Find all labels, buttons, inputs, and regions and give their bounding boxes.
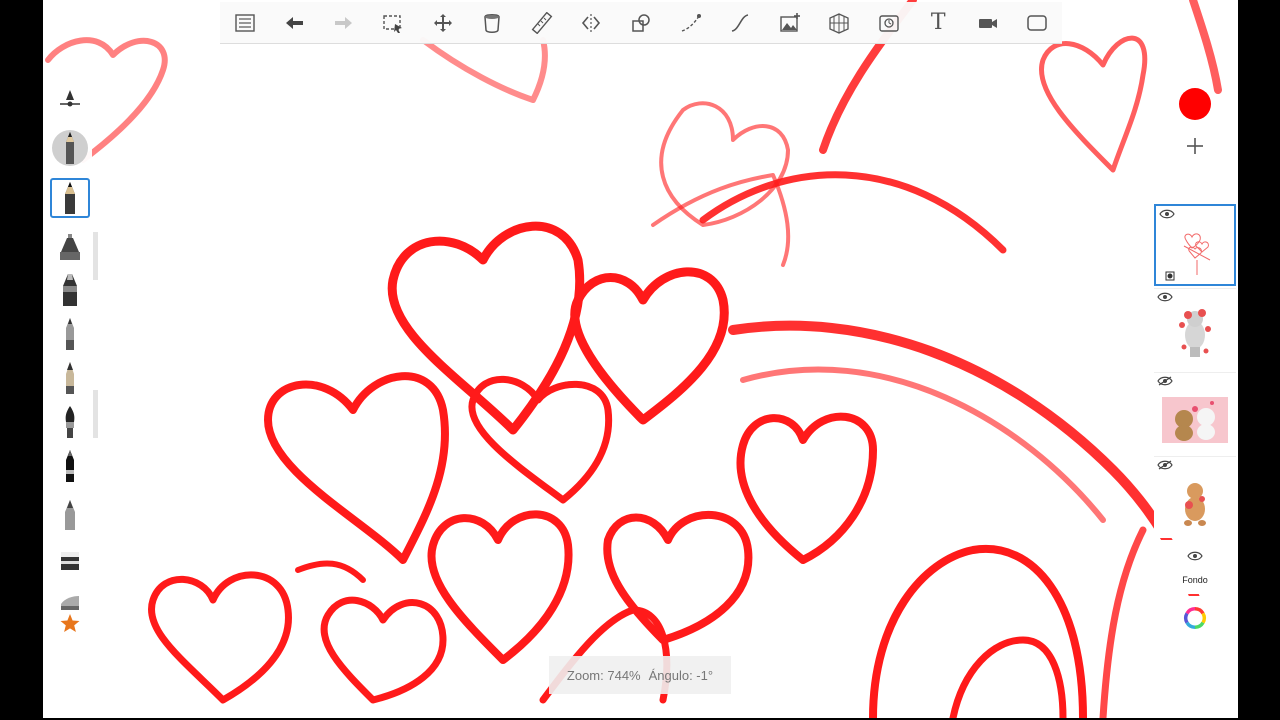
felt-pen-brush[interactable] bbox=[50, 446, 90, 486]
text-icon[interactable]: T bbox=[913, 2, 963, 44]
perspective-icon[interactable] bbox=[814, 2, 864, 44]
pencil-brush[interactable] bbox=[50, 128, 90, 168]
angle-text: Ángulo: -1° bbox=[648, 667, 714, 683]
color-swatch[interactable] bbox=[1179, 88, 1211, 120]
layer-thumbnail-image bbox=[1165, 233, 1211, 281]
ruler-icon[interactable] bbox=[517, 2, 567, 44]
top-toolbar: T bbox=[220, 2, 1062, 44]
layer-3-thumbnail[interactable] bbox=[1154, 372, 1236, 454]
zoom-angle-indicator: Zoom: 744% Ángulo: -1° bbox=[549, 656, 731, 694]
layer-thumbnail-image bbox=[1184, 483, 1206, 526]
fill-icon[interactable] bbox=[468, 2, 518, 44]
brush-scroll-indicator bbox=[93, 390, 98, 438]
zoom-text: Zoom: 744% bbox=[566, 667, 641, 683]
symmetry-icon[interactable] bbox=[567, 2, 617, 44]
layers-panel: Fondo bbox=[1154, 80, 1238, 640]
record-icon[interactable] bbox=[963, 2, 1013, 44]
layers-menu-icon[interactable] bbox=[220, 2, 270, 44]
time-lapse-icon[interactable] bbox=[864, 2, 914, 44]
layer-1-thumbnail[interactable] bbox=[1154, 204, 1236, 286]
visibility-eye-icon[interactable] bbox=[1157, 460, 1173, 470]
undo-icon[interactable] bbox=[270, 2, 320, 44]
visibility-eye-icon[interactable] bbox=[1187, 551, 1203, 561]
brush-palette bbox=[48, 82, 92, 638]
chisel-brush[interactable] bbox=[50, 494, 90, 534]
layer-4-thumbnail[interactable] bbox=[1154, 456, 1236, 538]
app-window: T Fondo Zoom: 744% Ángulo: -1° bbox=[0, 0, 1280, 720]
curve-icon[interactable] bbox=[715, 2, 765, 44]
marker-brush[interactable] bbox=[50, 270, 90, 310]
layer-thumbnail-image bbox=[1162, 397, 1228, 443]
stroke-icon[interactable] bbox=[666, 2, 716, 44]
brush-scroll-indicator bbox=[93, 232, 98, 280]
fullscreen-icon[interactable] bbox=[1013, 2, 1063, 44]
visibility-eye-icon[interactable] bbox=[1157, 292, 1173, 302]
pencil-selected-brush[interactable] bbox=[50, 178, 90, 218]
visibility-eye-icon[interactable] bbox=[1159, 209, 1175, 219]
ballpoint-brush[interactable] bbox=[50, 314, 90, 354]
selection-icon[interactable] bbox=[369, 2, 419, 44]
color-wheel-icon bbox=[1184, 607, 1206, 629]
paint-brush[interactable] bbox=[50, 402, 90, 442]
text-icon-label: T bbox=[930, 10, 946, 35]
redo-icon[interactable] bbox=[319, 2, 369, 44]
favorites-star-icon[interactable] bbox=[50, 604, 90, 644]
drawing-canvas[interactable] bbox=[43, 0, 1238, 718]
layer-thumbnail-image bbox=[1179, 309, 1211, 357]
ink-pen-brush[interactable] bbox=[50, 358, 90, 398]
add-image-icon[interactable] bbox=[765, 2, 815, 44]
canvas-artwork bbox=[45, 0, 1222, 718]
transform-icon[interactable] bbox=[418, 2, 468, 44]
airbrush-brush[interactable] bbox=[50, 228, 90, 268]
brush-size-icon[interactable] bbox=[50, 82, 90, 122]
visibility-eye-icon[interactable] bbox=[1157, 376, 1173, 386]
background-layer-label: Fondo bbox=[1182, 575, 1208, 585]
layer-2-thumbnail[interactable] bbox=[1154, 288, 1236, 370]
eraser-brush[interactable] bbox=[50, 540, 90, 580]
shape-icon[interactable] bbox=[616, 2, 666, 44]
add-layer-button[interactable] bbox=[1184, 135, 1206, 157]
color-wheel-button[interactable] bbox=[1154, 596, 1236, 640]
background-layer[interactable]: Fondo bbox=[1154, 540, 1236, 594]
